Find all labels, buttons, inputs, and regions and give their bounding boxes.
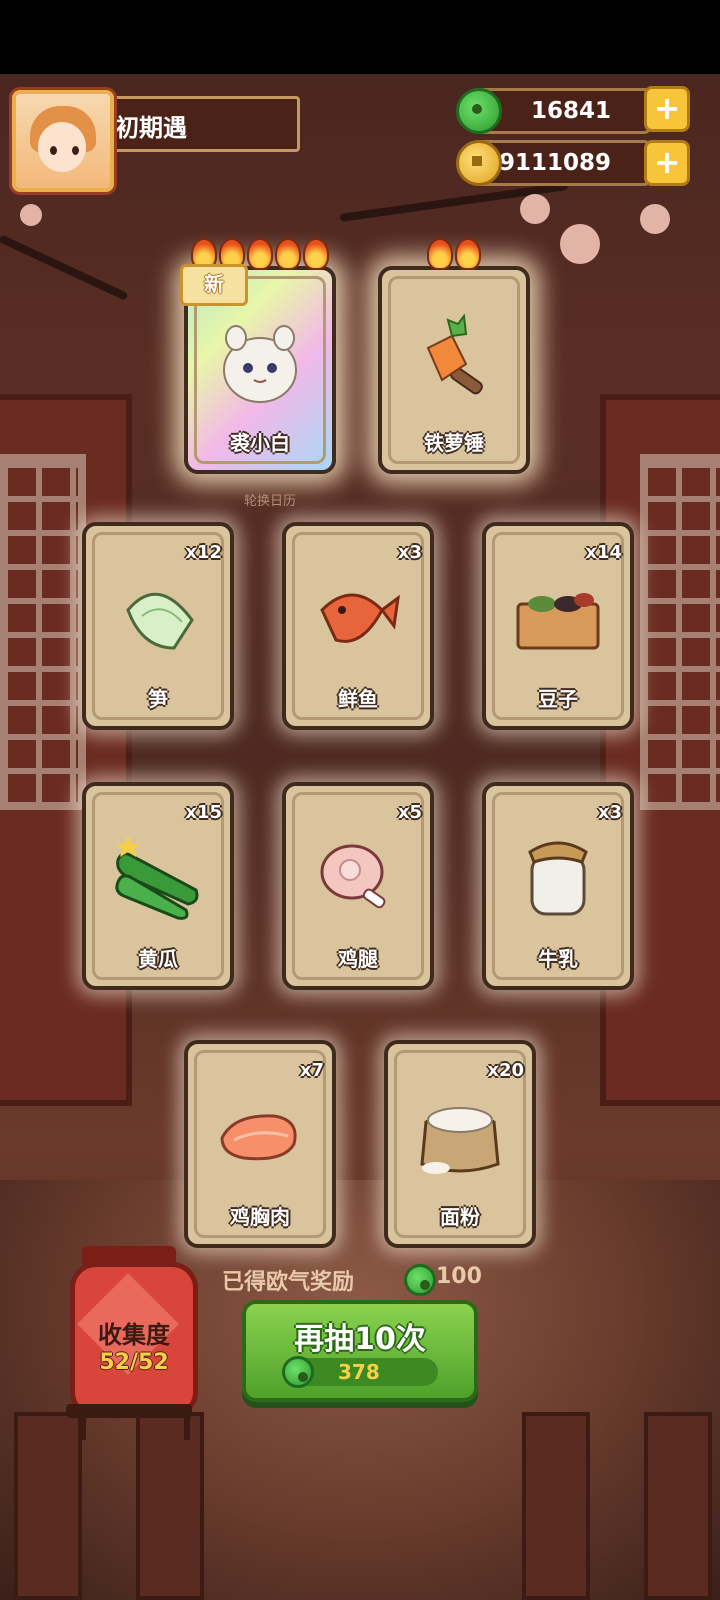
flame-icon — [247, 238, 273, 270]
cucumber-icon — [115, 836, 199, 920]
item-count: x14 — [585, 542, 622, 563]
jade-icon — [282, 1356, 314, 1388]
item-label: 鸡胸肉 — [230, 1205, 290, 1229]
milk-jar-icon — [528, 841, 588, 916]
player-name-plate[interactable]: 初期遇 — [100, 96, 300, 152]
bean-box-icon — [516, 593, 600, 650]
draw-label: 再抽10次 — [294, 1322, 426, 1357]
item-count: x12 — [185, 542, 222, 563]
avatar-face — [38, 122, 86, 172]
avatar[interactable] — [12, 90, 114, 192]
item-label: 牛乳 — [538, 947, 578, 971]
item-label: 黄瓜 — [138, 947, 178, 971]
fish-icon — [320, 593, 400, 643]
item-card[interactable]: x5 鸡腿 — [282, 782, 434, 990]
item-card[interactable]: x15 黄瓜 — [82, 782, 234, 990]
fence-post — [522, 1412, 590, 1600]
rarity-flames — [382, 238, 526, 274]
featured-card-item[interactable]: 铁萝锤 — [378, 238, 530, 474]
item-card[interactable]: x14 豆子 — [482, 522, 634, 730]
item-count: x5 — [397, 802, 422, 823]
flour-sack-icon — [420, 1107, 500, 1174]
branch-left — [0, 234, 129, 301]
right-window — [640, 454, 720, 810]
card-label: 裘小白 — [230, 431, 290, 455]
reward-value: 100 — [436, 1264, 482, 1289]
flame-icon — [275, 238, 301, 270]
item-count: x7 — [299, 1060, 324, 1081]
player-name: 初期遇 — [115, 114, 187, 142]
carrot-hammer-icon — [426, 314, 483, 395]
blossom — [20, 204, 42, 226]
draw-cost-value: 378 — [338, 1360, 380, 1384]
collection-title: 收集度 — [98, 1321, 170, 1349]
status-bar — [0, 0, 720, 74]
item-label: 豆子 — [538, 687, 578, 711]
bamboo-shoot-icon — [126, 592, 194, 650]
left-window — [0, 454, 86, 810]
avatar-eye — [50, 146, 57, 155]
jade-icon — [404, 1264, 436, 1296]
jade-amount: 16841 — [530, 98, 611, 124]
item-label: 鸡腿 — [338, 947, 378, 971]
fence-post — [136, 1412, 204, 1600]
chicken-breast-icon — [220, 1114, 297, 1161]
item-count: x15 — [185, 802, 222, 823]
item-card[interactable]: x3 牛乳 — [482, 782, 634, 990]
item-card[interactable]: x3 鲜鱼 — [282, 522, 434, 730]
flame-icon — [303, 238, 329, 270]
blossom — [560, 224, 600, 264]
item-label: 笋 — [148, 687, 168, 711]
item-card[interactable]: x20 面粉 — [384, 1040, 536, 1248]
flame-icon — [427, 238, 453, 270]
jade-icon — [456, 88, 502, 134]
item-card[interactable]: x7 鸡胸肉 — [184, 1040, 336, 1248]
fence-post — [14, 1412, 82, 1600]
reward-label: 已得欧气奖励 — [222, 1270, 355, 1295]
item-count: x20 — [487, 1060, 524, 1081]
flame-icon — [455, 238, 481, 270]
item-count: x3 — [597, 802, 622, 823]
blossom — [520, 194, 550, 224]
item-label: 鲜鱼 — [338, 687, 378, 711]
coin-amount: 9111089 — [498, 150, 611, 176]
item-card[interactable]: x12 笋 — [82, 522, 234, 730]
blossom — [640, 204, 670, 234]
new-badge: 新 — [180, 264, 248, 306]
card-label: 铁萝锤 — [424, 431, 484, 455]
lantern-legs — [80, 1414, 190, 1440]
chicken-leg-icon — [320, 844, 386, 909]
fence-post — [644, 1412, 712, 1600]
featured-card-character[interactable]: 新 裘小白 — [180, 238, 336, 474]
collection-progress: 52/52 — [99, 1350, 169, 1375]
draw-again-button[interactable]: 再抽10次 378 — [242, 1300, 478, 1402]
add-jade-button[interactable]: + — [644, 86, 690, 132]
item-label: 面粉 — [440, 1205, 480, 1229]
coin-icon — [456, 140, 502, 186]
featured-caption: 轮换日历 — [244, 494, 297, 509]
white-cat-icon — [223, 325, 297, 403]
draw-cost: 378 — [282, 1356, 438, 1388]
avatar-eye — [72, 146, 79, 155]
add-coin-button[interactable]: + — [644, 140, 690, 186]
item-count: x3 — [397, 542, 422, 563]
